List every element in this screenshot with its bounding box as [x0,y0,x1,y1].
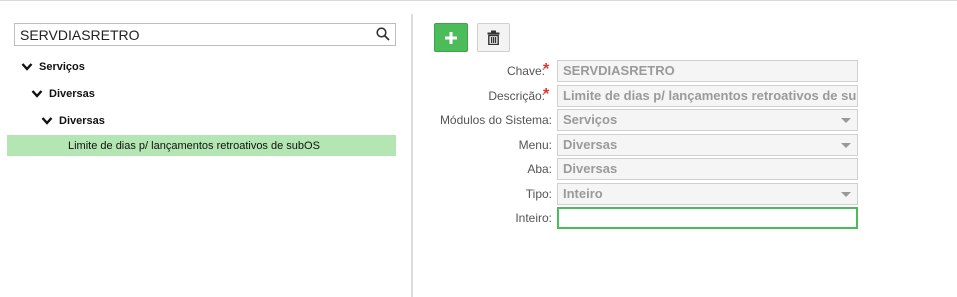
aba-row: Aba: Diversas [413,158,957,180]
inteiro-label: Inteiro: [515,211,552,225]
detail-panel: Chave: * SERVDIASRETRO Descrição: * Limi… [413,1,957,297]
required-mark: * [543,61,550,78]
tipo-value: Inteiro [563,186,603,201]
required-mark: * [543,86,550,103]
inteiro-input[interactable] [557,207,858,229]
chave-row: Chave: * SERVDIASRETRO [413,60,957,82]
dropdown-caret-icon [841,118,851,123]
tree-node-label: Serviços [39,61,85,73]
descricao-row: Descrição: * Limite de dias p/ lançament… [413,85,957,107]
chevron-down-icon[interactable] [41,116,53,126]
dropdown-caret-icon [841,143,851,148]
tree-node-label: Diversas [49,88,95,100]
modulos-row: Módulos do Sistema: Serviços [413,109,957,131]
tree-leaf-label: Limite de dias p/ lançamentos retroativo… [68,139,320,152]
tipo-select[interactable]: Inteiro [557,183,858,205]
chave-field[interactable]: SERVDIASRETRO [557,60,858,82]
tree-node-diversas-sub[interactable]: Diversas [41,111,105,131]
delete-button[interactable] [477,23,510,52]
descricao-label: Descrição: [488,89,545,103]
dropdown-caret-icon [841,192,851,197]
add-button[interactable] [434,23,468,52]
chevron-down-icon[interactable] [21,62,33,72]
menu-value: Diversas [563,137,618,152]
tipo-row: Tipo: Inteiro [413,183,957,205]
modulos-label: Módulos do Sistema: [439,113,552,127]
modulos-select[interactable]: Serviços [557,109,858,131]
chave-label: Chave: [506,64,545,78]
search-box[interactable] [14,23,396,46]
menu-select[interactable]: Diversas [557,134,858,156]
tipo-label: Tipo: [525,187,552,201]
trash-icon [487,30,500,45]
tree-node-diversas[interactable]: Diversas [31,84,95,104]
tree-leaf-selected[interactable]: Limite de dias p/ lançamentos retroativo… [7,135,396,156]
tree-panel: Serviços Diversas Diversas Limite de dia… [0,1,411,297]
tree-node-label: Diversas [59,115,105,127]
aba-label: Aba: [527,162,552,176]
search-icon[interactable] [376,27,390,41]
aba-field[interactable]: Diversas [557,158,858,180]
plus-icon [445,31,457,44]
tree-node-servicos[interactable]: Serviços [21,57,85,77]
inteiro-row: Inteiro: [413,207,957,229]
menu-label: Menu: [518,138,552,152]
descricao-field[interactable]: Limite de dias p/ lançamentos retroativo… [557,85,858,107]
modulos-value: Serviços [563,112,618,127]
menu-row: Menu: Diversas [413,134,957,156]
chevron-down-icon[interactable] [31,89,43,99]
search-input[interactable] [15,24,371,45]
